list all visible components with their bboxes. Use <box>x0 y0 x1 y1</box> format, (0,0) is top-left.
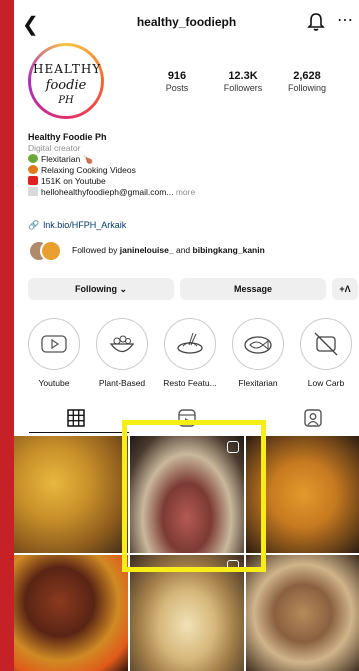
post-thumbnail[interactable] <box>14 436 128 553</box>
highlight-cover <box>164 318 216 370</box>
avatar <box>40 240 62 262</box>
link-icon: 🔗 <box>28 220 40 230</box>
posts-stat[interactable]: 916 Posts <box>147 70 207 93</box>
highlight-youtube[interactable]: Youtube <box>26 318 82 388</box>
more-link[interactable]: more <box>176 187 195 197</box>
following-button[interactable]: Following ⌄ <box>28 278 174 300</box>
profile-avatar[interactable]: HEALTHY foodie PH <box>28 43 104 119</box>
highlight-plant-based[interactable]: Plant-Based <box>94 318 150 388</box>
bio-line: Relaxing Cooking Videos <box>28 165 348 176</box>
red-play-icon <box>28 176 38 185</box>
pasta-plate-icon <box>177 332 203 354</box>
youtube-icon <box>41 335 67 353</box>
tagged-icon[interactable] <box>303 408 323 428</box>
post-thumbnail[interactable] <box>246 555 359 671</box>
no-bread-icon <box>314 332 338 356</box>
profile-bio: Healthy Foodie Ph Digital creator Flexit… <box>28 132 348 198</box>
highlight-low-carb[interactable]: Low Carb <box>298 318 354 388</box>
post-thumbnail[interactable] <box>130 555 244 671</box>
highlight-flexitarian[interactable]: Flexitarian <box>230 318 286 388</box>
followed-by-text: Followed by janinelouise_ and bibingkang… <box>72 245 265 255</box>
highlight-cover <box>300 318 352 370</box>
top-bar: ❮ healthy_foodieph ⋯ <box>14 0 359 46</box>
post-thumbnail[interactable] <box>14 555 128 671</box>
selection-highlight-box <box>122 420 266 572</box>
following-stat[interactable]: 2,628 Following <box>277 70 337 93</box>
more-horizontal-icon[interactable]: ⋯ <box>337 10 354 30</box>
highlight-resto-featured[interactable]: Resto Featu... <box>162 318 218 388</box>
bio-line: hellohealthyfoodieph@gmail.com... more <box>28 187 348 198</box>
orange-circle-icon <box>28 165 38 174</box>
profile-link[interactable]: 🔗 lnk.bio/HFPH_Arkaik <box>28 220 126 231</box>
add-person-button[interactable]: +Ʌ <box>332 278 358 300</box>
fish-plate-icon <box>244 336 272 354</box>
green-salad-icon <box>28 154 38 163</box>
highlight-cover <box>96 318 148 370</box>
followed-by-row[interactable]: Followed by janinelouise_ and bibingkang… <box>28 240 358 262</box>
grid-icon[interactable] <box>66 408 86 428</box>
display-name: Healthy Foodie Ph <box>28 132 107 142</box>
category-label: Digital creator <box>28 143 81 153</box>
followers-stat[interactable]: 12.3K Followers <box>213 70 273 93</box>
highlight-cover <box>232 318 284 370</box>
salad-bowl-icon <box>109 335 135 353</box>
brand-logo: HEALTHY foodie PH <box>31 46 101 116</box>
highlight-cover <box>28 318 80 370</box>
envelope-icon <box>28 187 38 196</box>
message-button[interactable]: Message <box>180 278 326 300</box>
bio-line: Flexitarian 🍗 <box>28 154 348 165</box>
active-tab-indicator <box>29 432 129 433</box>
bio-line: 151K on Youtube <box>28 176 348 187</box>
bell-icon[interactable] <box>307 12 325 32</box>
